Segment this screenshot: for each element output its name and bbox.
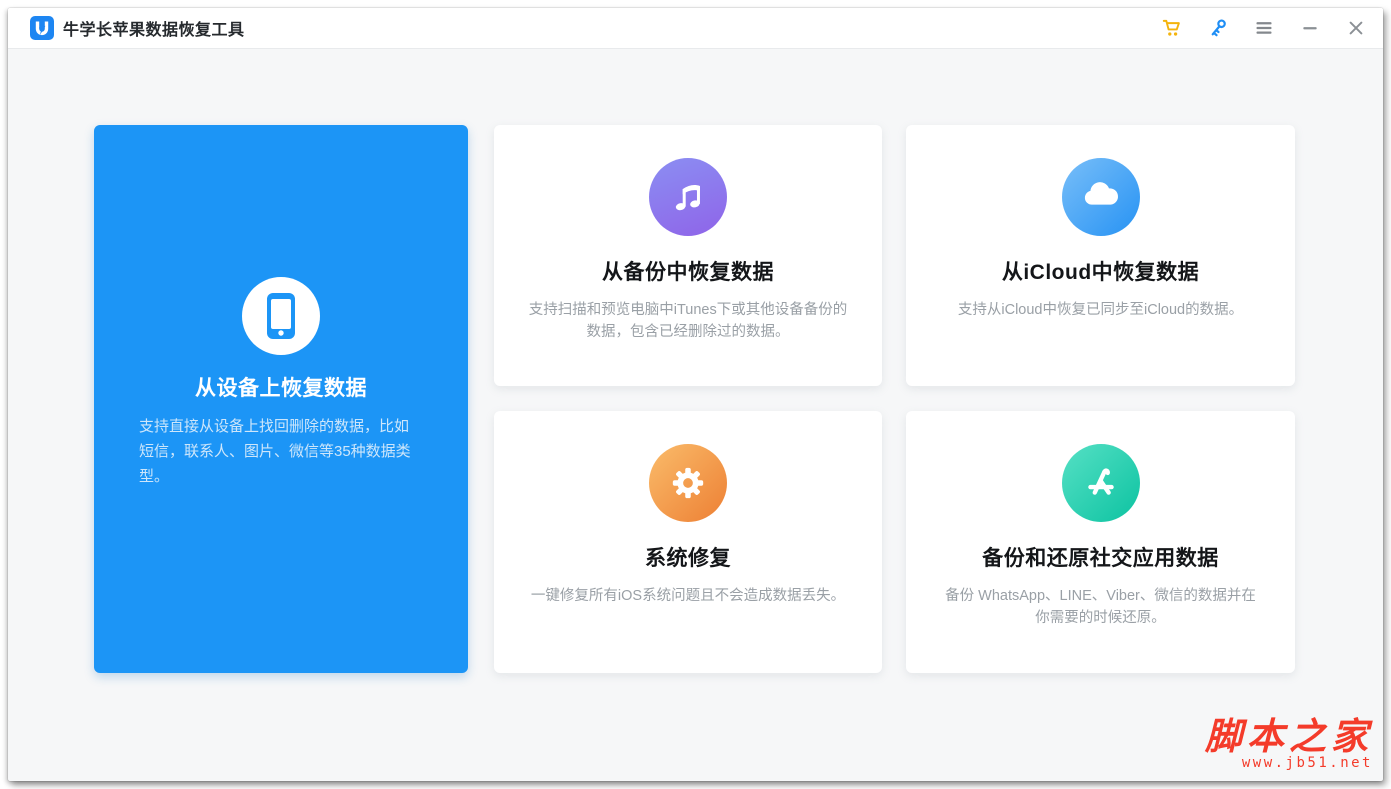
card-description: 一键修复所有iOS系统问题且不会造成数据丢失。 — [494, 585, 882, 607]
titlebar: 牛学长苹果数据恢复工具 — [8, 8, 1383, 49]
watermark-url: www.jb51.net — [1205, 755, 1373, 771]
watermark-logo-text: 脚本之家 — [1205, 718, 1373, 754]
minimize-icon[interactable] — [1299, 17, 1321, 39]
app-window: 牛学长苹果数据恢复工具 — [8, 8, 1383, 781]
music-note-icon — [649, 158, 727, 236]
card-recover-from-icloud[interactable]: 从iCloud中恢复数据 支持从iCloud中恢复已同步至iCloud的数据。 — [906, 125, 1295, 386]
close-icon[interactable] — [1345, 17, 1367, 39]
card-title: 从iCloud中恢复数据 — [906, 256, 1295, 286]
card-title: 从备份中恢复数据 — [494, 256, 882, 286]
card-description: 支持直接从设备上找回删除的数据，比如短信，联系人、图片、微信等35种数据类型。 — [94, 414, 468, 489]
card-recover-from-device[interactable]: 从设备上恢复数据 支持直接从设备上找回删除的数据，比如短信，联系人、图片、微信等… — [94, 125, 468, 673]
appstore-icon — [1062, 444, 1140, 522]
cloud-icon — [1062, 158, 1140, 236]
card-title: 从设备上恢复数据 — [94, 372, 468, 402]
app-title: 牛学长苹果数据恢复工具 — [63, 16, 245, 40]
titlebar-actions — [1137, 17, 1367, 39]
phone-icon — [242, 277, 320, 355]
card-title: 系统修复 — [494, 542, 882, 572]
menu-icon[interactable] — [1253, 17, 1275, 39]
watermark: 脚本之家 www.jb51.net — [1205, 718, 1373, 771]
key-icon[interactable] — [1207, 17, 1229, 39]
card-description: 备份 WhatsApp、LINE、Viber、微信的数据并在你需要的时候还原。 — [906, 585, 1295, 629]
card-social-app-backup[interactable]: 备份和还原社交应用数据 备份 WhatsApp、LINE、Viber、微信的数据… — [906, 411, 1295, 673]
card-title: 备份和还原社交应用数据 — [906, 542, 1295, 572]
card-description: 支持扫描和预览电脑中iTunes下或其他设备备份的数据，包含已经删除过的数据。 — [494, 299, 882, 343]
card-description: 支持从iCloud中恢复已同步至iCloud的数据。 — [906, 299, 1295, 321]
card-recover-from-backup[interactable]: 从备份中恢复数据 支持扫描和预览电脑中iTunes下或其他设备备份的数据，包含已… — [494, 125, 882, 386]
cart-icon[interactable] — [1161, 17, 1183, 39]
gear-icon — [649, 444, 727, 522]
card-system-repair[interactable]: 系统修复 一键修复所有iOS系统问题且不会造成数据丢失。 — [494, 411, 882, 673]
app-logo-icon — [30, 16, 54, 40]
